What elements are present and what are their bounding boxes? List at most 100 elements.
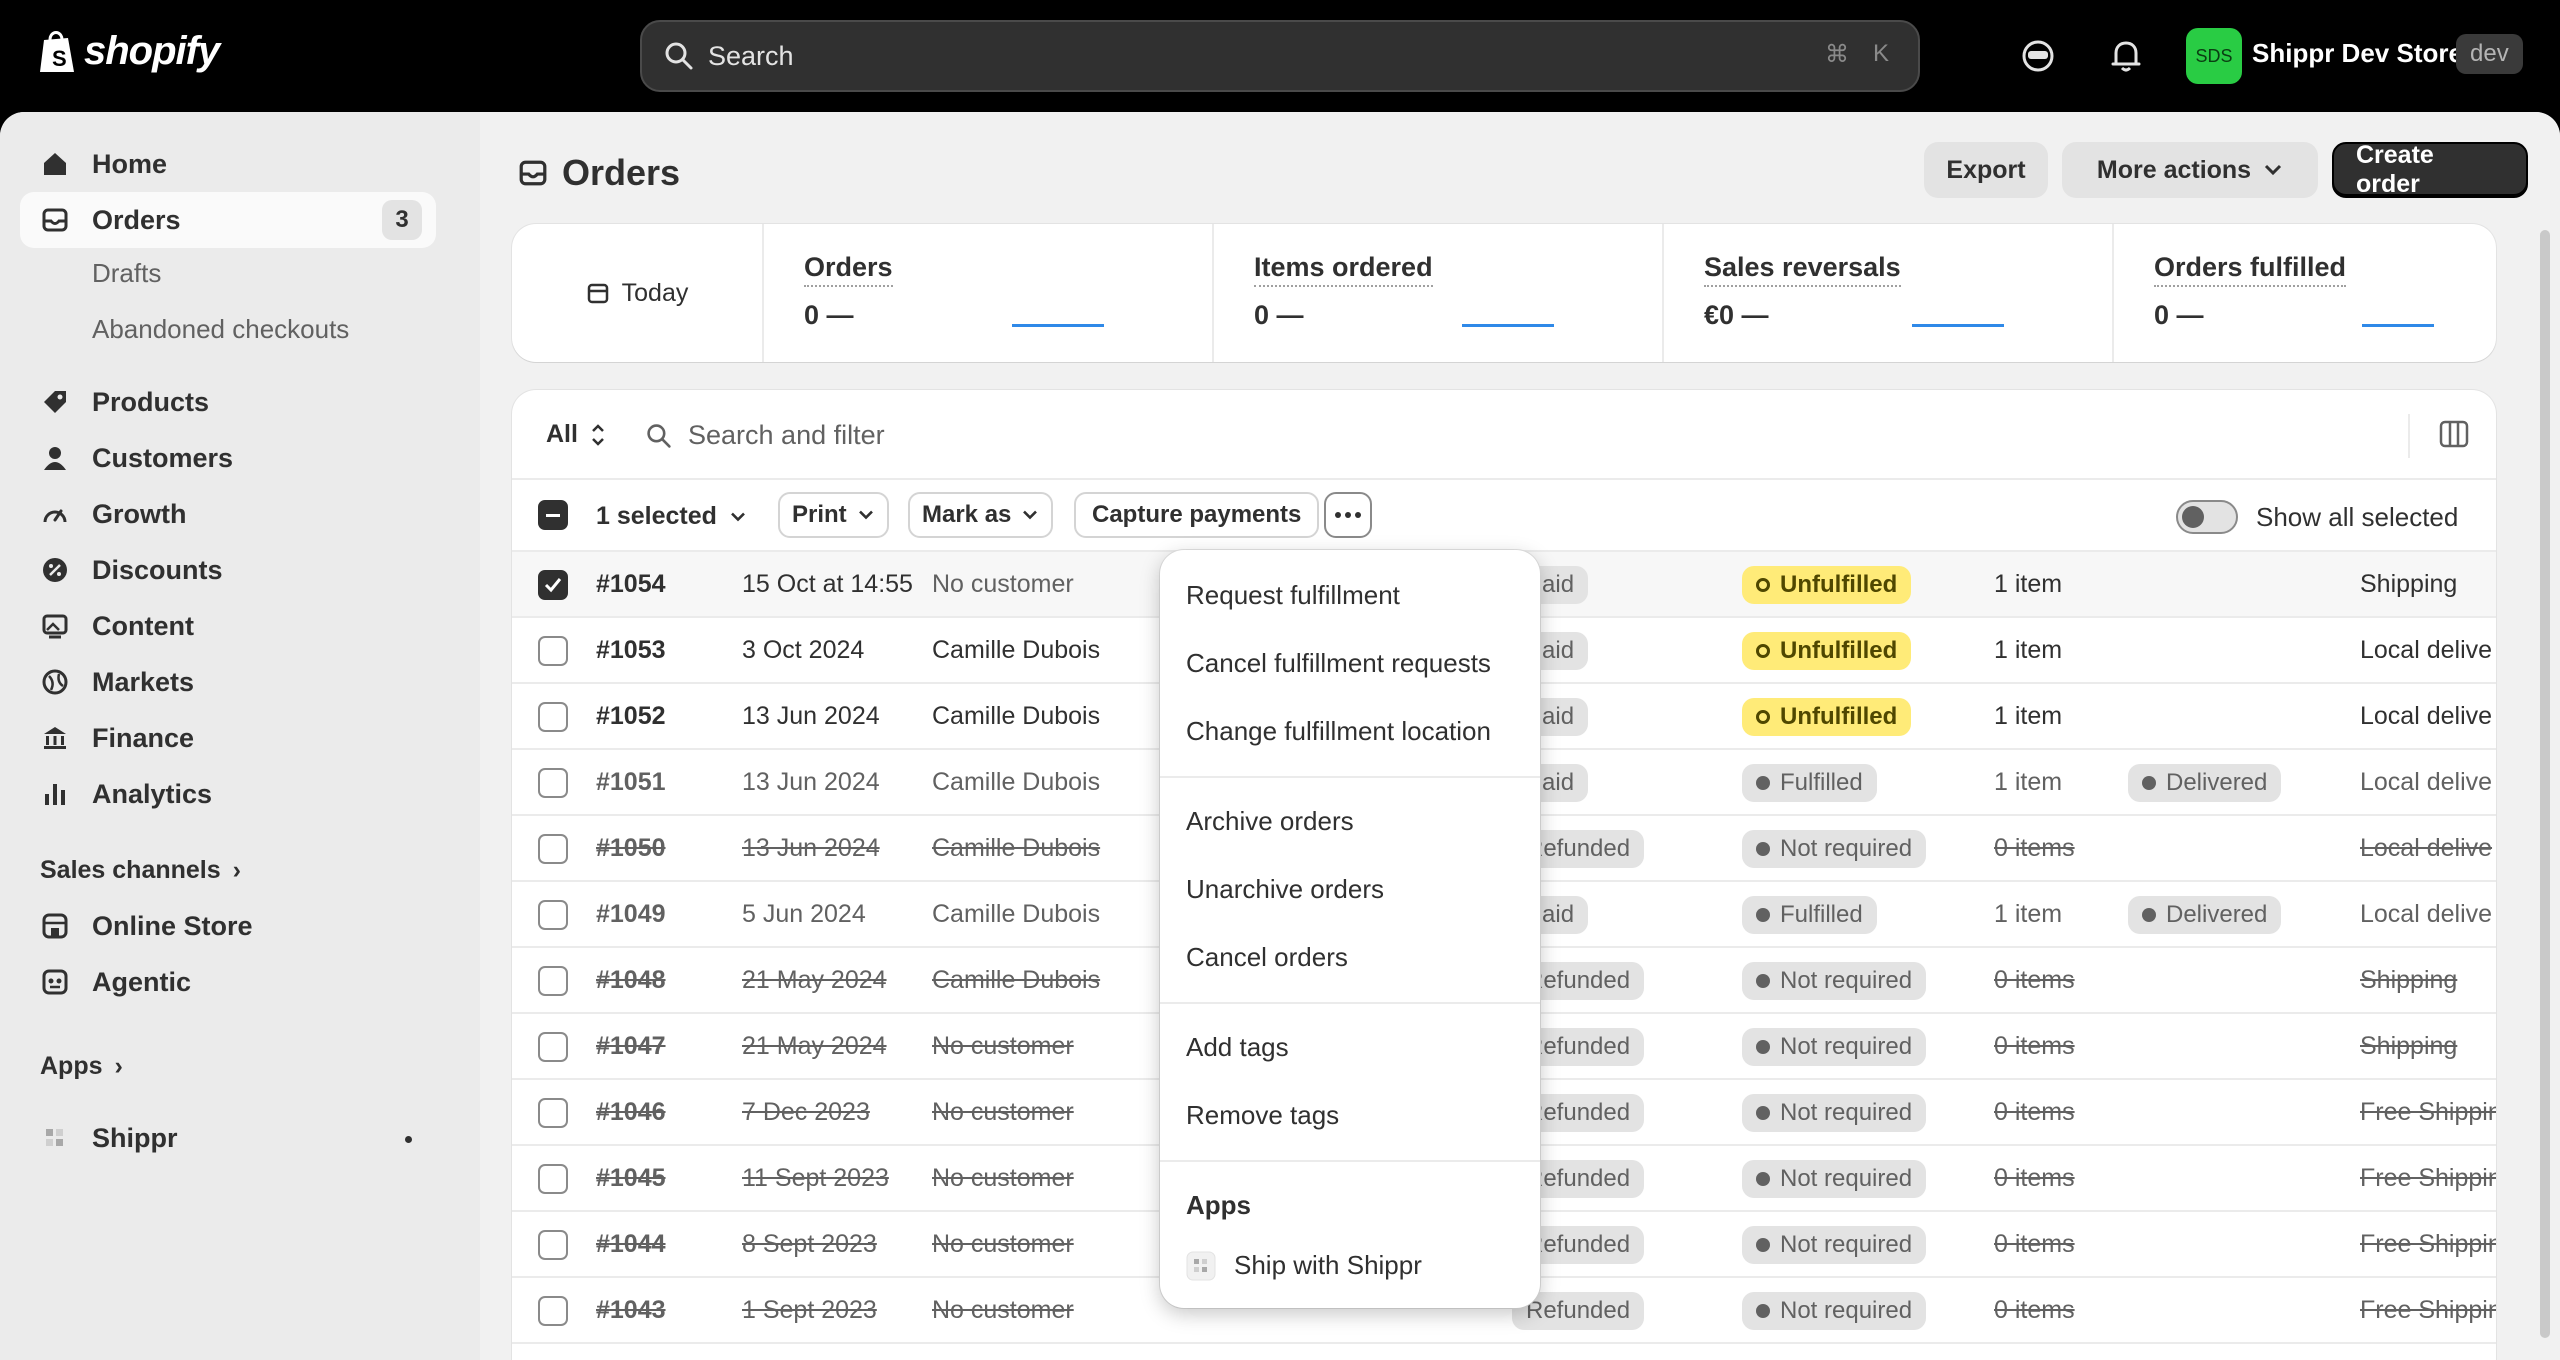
menu-item-remove-tags[interactable]: Remove tags — [1186, 1100, 1339, 1131]
gauge-icon — [38, 497, 72, 531]
menu-item-cancel-orders[interactable]: Cancel orders — [1186, 942, 1348, 973]
shopify-logo[interactable]: S shopify — [38, 28, 220, 74]
order-customer: Camille Dubois — [932, 900, 1101, 928]
sidebar-item-drafts[interactable]: Drafts — [92, 258, 161, 289]
menu-item-ship-with-shippr[interactable]: Ship with Shippr — [1186, 1250, 1422, 1281]
sidebar-item-growth[interactable]: Growth — [20, 486, 436, 542]
sidebar-item-content[interactable]: Content — [20, 598, 436, 654]
row-checkbox[interactable] — [538, 966, 568, 996]
order-id[interactable]: #1046 — [596, 1098, 666, 1127]
stat-sales-reversals[interactable]: Sales reversals €0 — — [1664, 224, 2114, 362]
row-checkbox[interactable] — [538, 702, 568, 732]
more-actions-button[interactable]: More actions — [2062, 142, 2318, 198]
sidebar-item-online-store[interactable]: Online Store — [20, 898, 436, 954]
selection-count-dropdown[interactable]: 1 selected — [596, 502, 747, 531]
fulfillment-status-badge: Not required — [1742, 1094, 1927, 1132]
sidebar-item-agentic[interactable]: Agentic — [20, 954, 436, 1010]
sidebar-section-apps[interactable]: Apps › — [40, 1052, 123, 1081]
robot-icon — [38, 965, 72, 999]
sidebar-item-home[interactable]: Home — [20, 136, 436, 192]
date-range-button[interactable]: Today — [512, 224, 764, 362]
columns-icon[interactable] — [2438, 418, 2470, 455]
command-key-icon: ⌘ — [1825, 41, 1849, 68]
fulfillment-status-badge: Not required — [1742, 1292, 1927, 1330]
bell-icon[interactable] — [2104, 34, 2148, 78]
view-select[interactable]: All — [546, 420, 606, 449]
search-and-filter-input[interactable]: Search and filter — [646, 420, 885, 451]
row-checkbox[interactable] — [538, 1230, 568, 1260]
store-avatar[interactable]: SDS — [2186, 28, 2242, 84]
menu-item-request-fulfillment[interactable]: Request fulfillment — [1186, 580, 1400, 611]
sidebar-item-analytics[interactable]: Analytics — [20, 766, 436, 822]
select-all-checkbox[interactable] — [538, 500, 568, 530]
stat-orders-fulfilled[interactable]: Orders fulfilled 0 — — [2114, 224, 2494, 362]
fulfillment-status-badge: Not required — [1742, 1160, 1927, 1198]
ellipsis-icon — [1335, 512, 1361, 518]
export-button[interactable]: Export — [1924, 142, 2048, 198]
row-checkbox[interactable] — [538, 1296, 568, 1326]
stat-orders[interactable]: Orders 0 — — [764, 224, 1214, 362]
menu-item-add-tags[interactable]: Add tags — [1186, 1032, 1289, 1063]
row-checkbox[interactable] — [538, 570, 568, 600]
order-id[interactable]: #1053 — [596, 636, 666, 665]
delivery-method: Shipping — [2360, 1032, 2458, 1060]
sidebar-item-orders[interactable]: Orders 3 — [20, 192, 436, 248]
store-name[interactable]: Shippr Dev Store — [2252, 38, 2463, 69]
sidebar-item-abandoned-checkouts[interactable]: Abandoned checkouts — [92, 314, 349, 345]
chevron-right-icon: › — [232, 856, 241, 884]
row-checkbox[interactable] — [538, 900, 568, 930]
sidebar-item-finance[interactable]: Finance — [20, 710, 436, 766]
sidekick-icon[interactable] — [2016, 34, 2060, 78]
pin-dot-icon[interactable] — [405, 1136, 412, 1143]
create-order-button[interactable]: Create order — [2332, 141, 2528, 198]
row-checkbox[interactable] — [538, 768, 568, 798]
sidebar-item-markets[interactable]: Markets — [20, 654, 436, 710]
sparkline — [2362, 324, 2434, 327]
global-search[interactable]: Search ⌘ K — [640, 20, 1920, 92]
stat-items-ordered[interactable]: Items ordered 0 — — [1214, 224, 1664, 362]
mark-as-button[interactable]: Mark as — [908, 492, 1054, 538]
order-id[interactable]: #1048 — [596, 966, 666, 995]
fulfillment-status-badge: Not required — [1742, 830, 1927, 868]
sidebar-item-shippr[interactable]: Shippr — [20, 1110, 436, 1166]
image-icon — [38, 609, 72, 643]
sidebar-item-customers[interactable]: Customers — [20, 430, 436, 486]
row-checkbox[interactable] — [538, 1098, 568, 1128]
fulfillment-status-badge: Unfulfilled — [1742, 566, 1912, 604]
order-id[interactable]: #1050 — [596, 834, 666, 863]
order-items: 0 items — [1994, 1164, 2075, 1192]
menu-item-unarchive-orders[interactable]: Unarchive orders — [1186, 874, 1384, 905]
order-id[interactable]: #1049 — [596, 900, 666, 929]
stat-value: 0 — — [2154, 300, 2204, 330]
show-all-selected-toggle[interactable] — [2176, 500, 2238, 534]
capture-payments-button[interactable]: Capture payments — [1074, 492, 1320, 538]
row-checkbox[interactable] — [538, 636, 568, 666]
order-id[interactable]: #1052 — [596, 702, 666, 731]
page-scrollbar[interactable] — [2540, 230, 2550, 1338]
menu-item-change-fulfillment-location[interactable]: Change fulfillment location — [1186, 716, 1491, 747]
order-id[interactable]: #1051 — [596, 768, 666, 797]
order-date: 13 Jun 2024 — [742, 702, 880, 730]
order-id[interactable]: #1044 — [596, 1230, 666, 1259]
row-checkbox[interactable] — [538, 1164, 568, 1194]
row-checkbox[interactable] — [538, 1032, 568, 1062]
delivery-method: Free Shippin — [2360, 1098, 2496, 1126]
menu-item-archive-orders[interactable]: Archive orders — [1186, 806, 1354, 837]
order-id[interactable]: #1045 — [596, 1164, 666, 1193]
order-id[interactable]: #1043 — [596, 1296, 666, 1325]
menu-section-apps: Apps — [1186, 1190, 1251, 1220]
checkmark-icon — [544, 578, 562, 593]
more-bulk-actions-button[interactable] — [1324, 492, 1372, 538]
home-icon — [38, 147, 72, 181]
order-id[interactable]: #1047 — [596, 1032, 666, 1061]
print-button[interactable]: Print — [778, 492, 889, 538]
view-select-label: All — [546, 420, 578, 448]
sidebar-section-sales-channels[interactable]: Sales channels › — [40, 856, 241, 885]
delivery-status-badge: Delivered — [2128, 896, 2282, 934]
menu-item-cancel-fulfillment-requests[interactable]: Cancel fulfillment requests — [1186, 648, 1491, 679]
sidebar-item-discounts[interactable]: Discounts — [20, 542, 436, 598]
sidebar-item-products[interactable]: Products — [20, 374, 436, 430]
row-checkbox[interactable] — [538, 834, 568, 864]
order-id[interactable]: #1054 — [596, 570, 666, 599]
print-label: Print — [792, 501, 847, 528]
